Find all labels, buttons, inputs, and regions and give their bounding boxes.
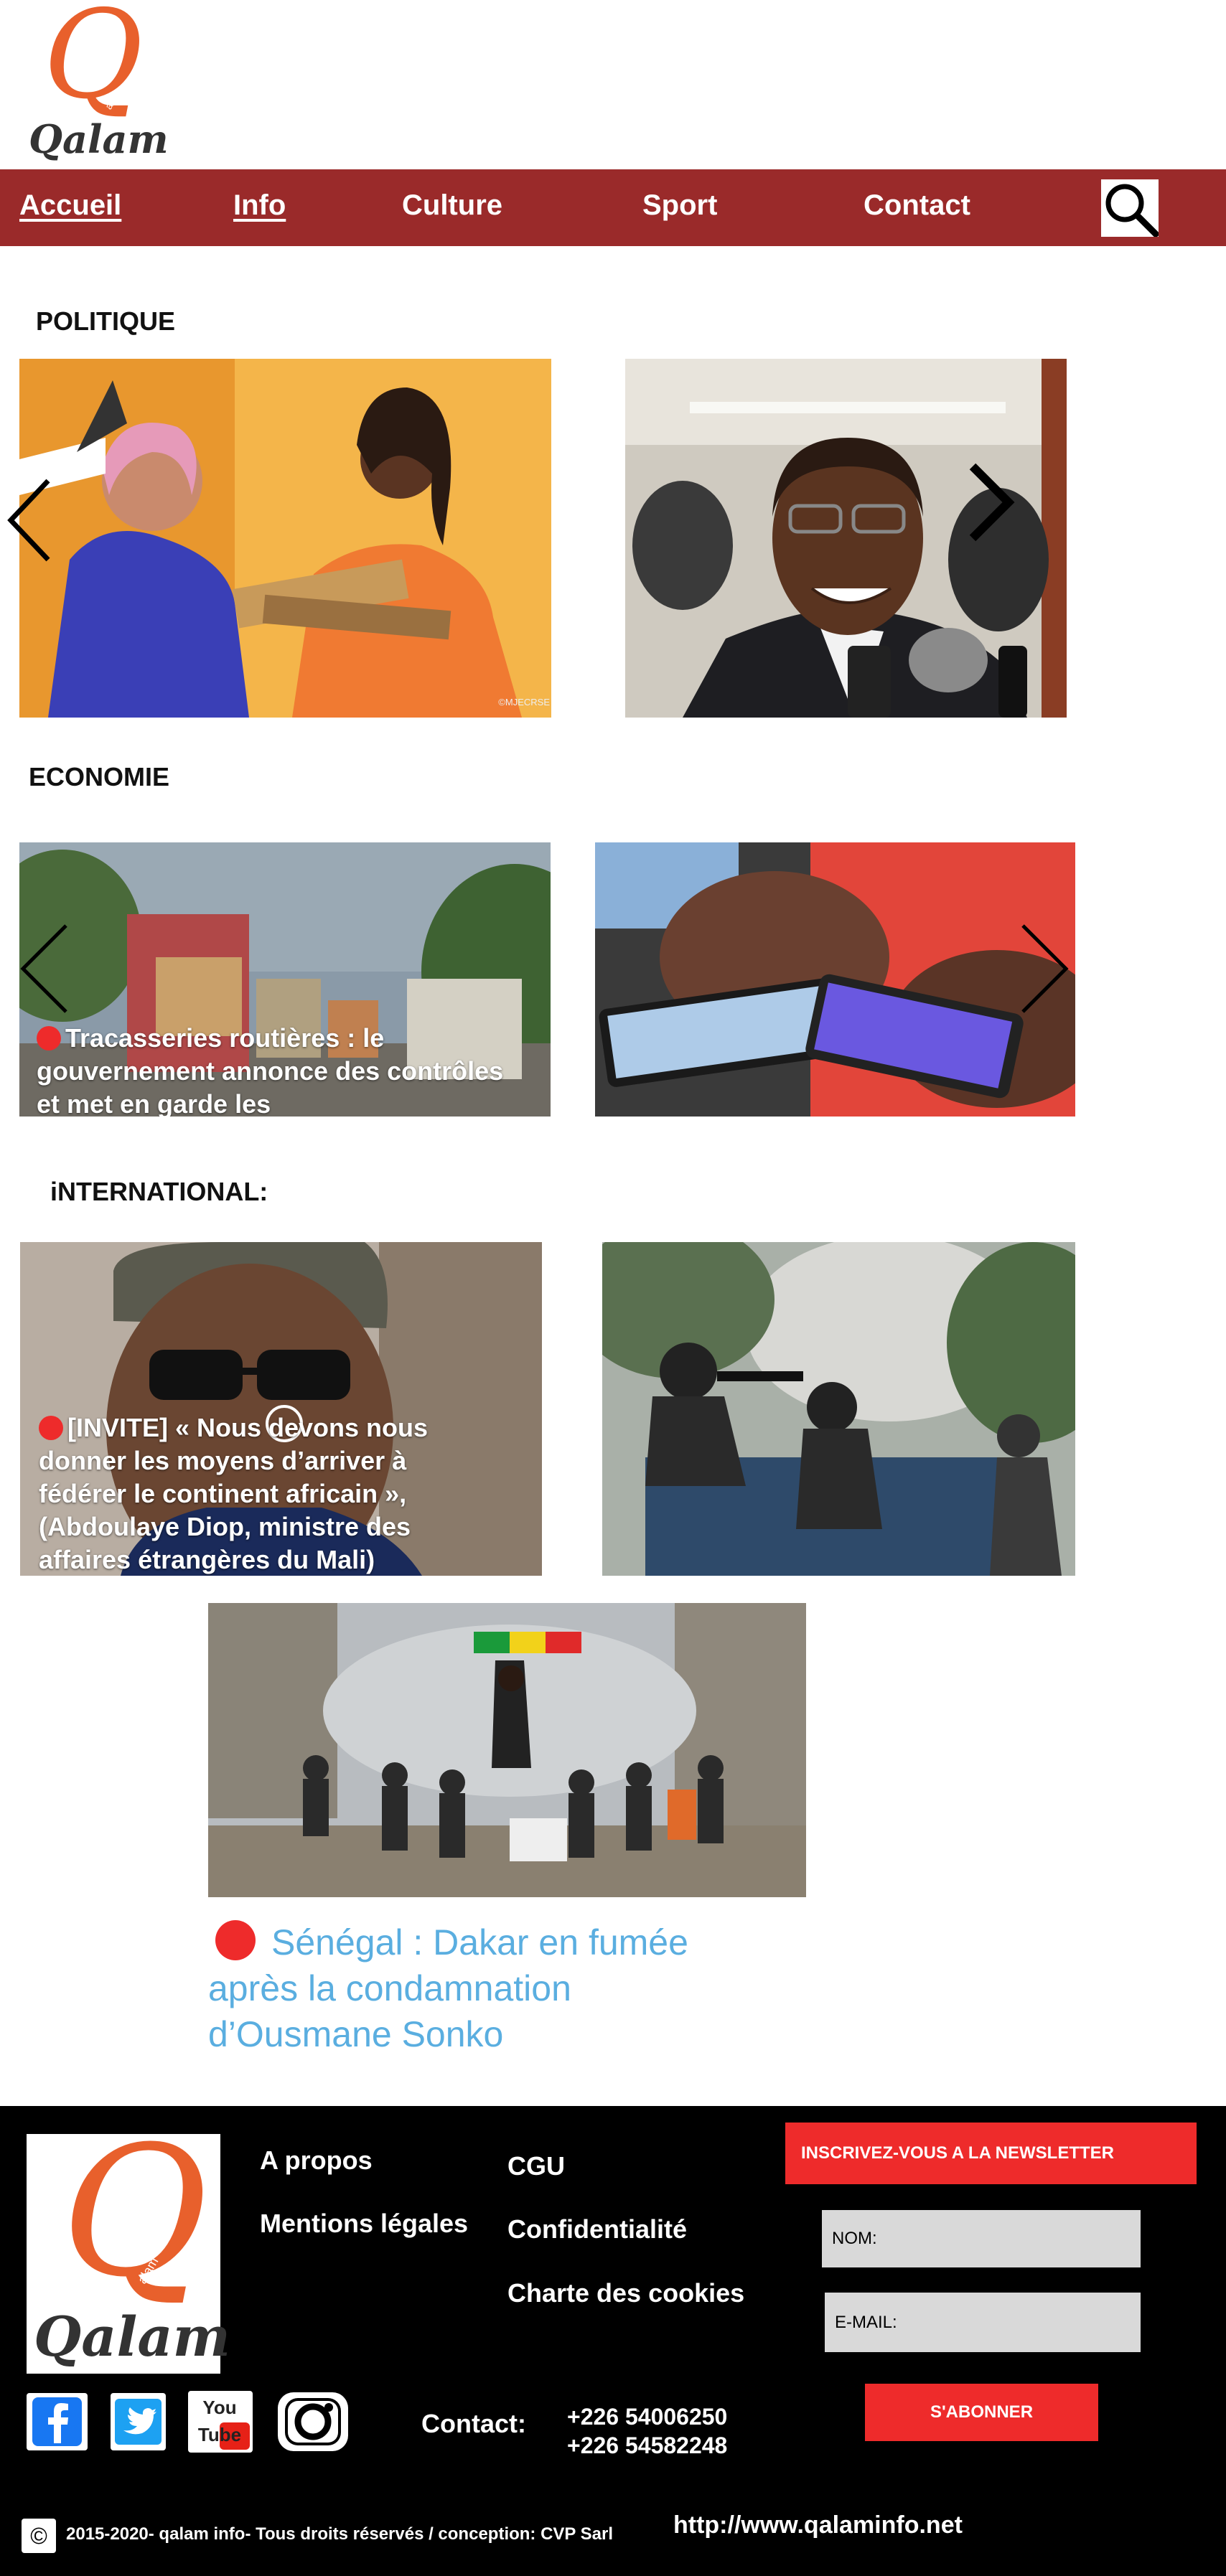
instagram-link[interactable] xyxy=(275,2389,351,2454)
feature-image[interactable] xyxy=(208,1603,806,1897)
instagram-icon xyxy=(278,2392,348,2451)
site-logo[interactable]: Q alam Qalam xyxy=(29,0,169,162)
logo-letter: Q xyxy=(61,2107,208,2316)
nav-item-culture[interactable]: Culture xyxy=(402,189,502,222)
live-dot-icon xyxy=(215,1920,256,1960)
section-title-politique: POLITIQUE xyxy=(36,306,176,336)
section-title-economie: ECONOMIE xyxy=(29,762,170,791)
article-image-politique-1[interactable]: ©MJECRSE xyxy=(19,359,551,718)
main-nav: Accueil Info Culture Sport Contact xyxy=(0,169,1226,246)
carousel-next-arrow-economie[interactable] xyxy=(1019,922,1070,1015)
newsletter-title: INSCRIVEZ-VOUS A LA NEWSLETTER xyxy=(785,2123,1197,2184)
nav-item-contact[interactable]: Contact xyxy=(864,189,970,222)
article-card-economie-1[interactable]: Tracasseries routières : le gouvernement… xyxy=(19,842,551,1117)
facebook-icon xyxy=(32,2397,82,2446)
live-dot-icon xyxy=(39,1416,63,1440)
contact-label: Contact: xyxy=(421,2409,526,2438)
nav-item-info[interactable]: Info xyxy=(233,189,286,222)
facebook-link[interactable] xyxy=(27,2393,88,2450)
article-image-international-2[interactable] xyxy=(602,1242,1075,1576)
live-dot-icon xyxy=(37,1026,61,1050)
footer-link-mentions-legales[interactable]: Mentions légales xyxy=(260,2209,468,2239)
footer-link-cgu[interactable]: CGU xyxy=(507,2151,565,2181)
youtube-text: You Tube xyxy=(197,2397,242,2445)
search-button[interactable] xyxy=(1101,179,1159,238)
newsletter-email-field[interactable]: E-MAIL: xyxy=(825,2293,1141,2352)
twitter-link[interactable] xyxy=(111,2393,166,2450)
website-link[interactable]: http://www.qalaminfo.net xyxy=(673,2511,963,2539)
phone-number-1[interactable]: +226 54006250 xyxy=(567,2404,727,2430)
logo-text: Qalam xyxy=(29,116,169,162)
subscribe-button[interactable]: S'ABONNER xyxy=(865,2384,1098,2441)
copyright-badge: © xyxy=(22,2519,56,2553)
logo-letter: Q xyxy=(43,0,144,126)
section-title-international: iNTERNATIONAL: xyxy=(50,1177,268,1206)
phone-number-2[interactable]: +226 54582248 xyxy=(567,2432,727,2459)
article-card-international-1[interactable]: [INVITE] « Nous devons nous donner les m… xyxy=(20,1242,542,1576)
carousel-next-arrow-politique[interactable] xyxy=(965,459,1016,553)
nav-item-accueil[interactable]: Accueil xyxy=(19,189,121,222)
copyright-icon: © xyxy=(30,2523,47,2549)
carousel-prev-arrow-politique[interactable] xyxy=(4,474,54,567)
footer-link-a-propos[interactable]: A propos xyxy=(260,2145,373,2176)
footer-logo[interactable]: Q alam Qalam xyxy=(27,2123,230,2374)
carousel-prev-arrow-economie[interactable] xyxy=(19,922,70,1015)
photo-credit: ©MJECRSE xyxy=(498,697,550,708)
copyright-text: 2015-2020- qalam info- Tous droits réser… xyxy=(66,2524,614,2544)
search-icon xyxy=(1105,184,1159,238)
twitter-icon xyxy=(115,2399,162,2445)
feature-headline[interactable]: Sénégal : Dakar en fumée après la condam… xyxy=(208,1919,754,2049)
newsletter-name-field[interactable]: NOM: xyxy=(822,2210,1141,2267)
logo-text: Qalam xyxy=(34,2305,230,2369)
youtube-link[interactable]: You Tube xyxy=(188,2391,253,2453)
footer-link-confidentialite[interactable]: Confidentialité xyxy=(507,2214,687,2244)
footer-link-charte-cookies[interactable]: Charte des cookies xyxy=(507,2278,744,2308)
article-title: Tracasseries routières : le gouvernement… xyxy=(37,1023,504,1117)
article-image-economie-2[interactable] xyxy=(595,842,1075,1117)
nav-item-sport[interactable]: Sport xyxy=(642,189,717,222)
article-title: [INVITE] « Nous devons nous donner les m… xyxy=(39,1413,429,1574)
